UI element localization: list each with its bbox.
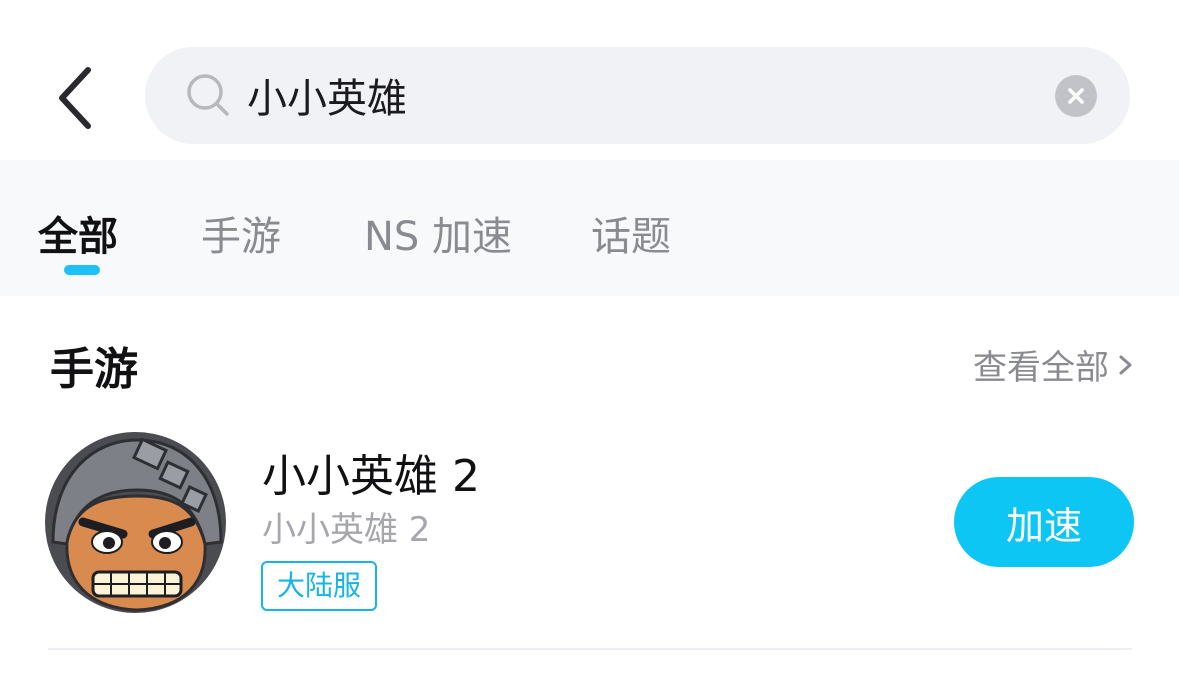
game-subtitle: 小小英雄 2 bbox=[262, 510, 431, 550]
clear-search-button[interactable] bbox=[1055, 75, 1097, 117]
tab-mobile-games[interactable]: 手游 bbox=[201, 204, 281, 262]
tab-ns-accelerate[interactable]: NS 加速 bbox=[364, 204, 512, 262]
active-tab-indicator bbox=[64, 265, 100, 275]
chevron-right-icon bbox=[1119, 355, 1132, 374]
list-divider bbox=[48, 648, 1132, 650]
search-box[interactable] bbox=[145, 47, 1130, 144]
chevron-left-icon bbox=[59, 67, 91, 129]
view-all-label: 查看全部 bbox=[973, 348, 1109, 388]
category-tabs: 全部 手游 NS 加速 话题 bbox=[0, 160, 1179, 296]
close-icon bbox=[1068, 88, 1084, 104]
view-all-link[interactable]: 查看全部 bbox=[973, 340, 1137, 389]
game-list-item[interactable]: 小小英雄 2 小小英雄 2 大陆服 加速 bbox=[0, 420, 1179, 650]
game-title: 小小英雄 2 bbox=[262, 451, 480, 502]
game-avatar[interactable] bbox=[45, 432, 226, 613]
server-region-badge: 大陆服 bbox=[261, 561, 378, 611]
search-header bbox=[0, 0, 1179, 170]
accelerate-button[interactable]: 加速 bbox=[954, 477, 1134, 567]
tab-topics[interactable]: 话题 bbox=[591, 204, 671, 262]
tab-all[interactable]: 全部 bbox=[38, 204, 118, 262]
search-input[interactable] bbox=[247, 65, 1027, 125]
back-button[interactable] bbox=[40, 58, 110, 138]
section-title: 手游 bbox=[50, 344, 138, 395]
helmeted-hero-face-icon bbox=[45, 432, 226, 613]
search-icon bbox=[187, 74, 229, 116]
